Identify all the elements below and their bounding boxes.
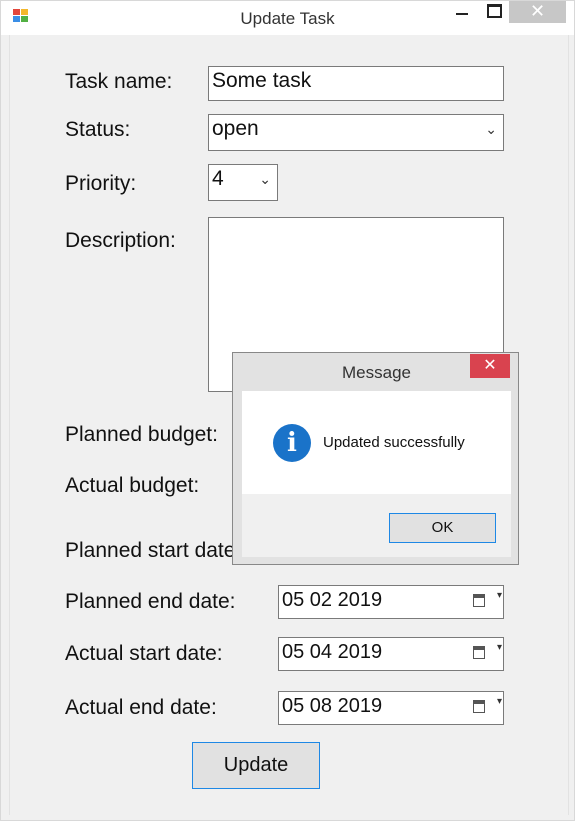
maximize-icon bbox=[487, 4, 502, 18]
close-icon: ✕ bbox=[529, 1, 546, 21]
info-icon: i bbox=[273, 424, 311, 462]
dialog-footer: OK bbox=[242, 494, 511, 557]
planned-end-date-picker[interactable]: 05 02 2019 ▾ bbox=[278, 585, 504, 619]
status-value: open bbox=[212, 117, 259, 140]
chevron-down-icon: ▾ bbox=[496, 642, 502, 653]
calendar-icon bbox=[473, 594, 485, 607]
dialog-close-button[interactable]: ✕ bbox=[470, 354, 510, 378]
actual-start-date-picker[interactable]: 05 04 2019 ▾ bbox=[278, 637, 504, 671]
dialog-body: i Updated successfully bbox=[242, 391, 511, 494]
actual-start-date-value: 05 04 2019 bbox=[282, 641, 383, 663]
priority-label: Priority: bbox=[65, 172, 137, 195]
actual-end-date-label: Actual end date: bbox=[65, 696, 217, 719]
message-dialog: Message ✕ i Updated successfully OK bbox=[232, 352, 519, 565]
actual-budget-label: Actual budget: bbox=[65, 474, 200, 497]
calendar-icon bbox=[473, 700, 485, 713]
chevron-down-icon: ▾ bbox=[496, 696, 502, 707]
chevron-down-icon: ⌄ bbox=[259, 171, 271, 187]
actual-start-date-label: Actual start date: bbox=[65, 642, 223, 665]
close-button[interactable]: ✕ bbox=[509, 1, 566, 23]
priority-select[interactable]: 4 ⌄ bbox=[208, 164, 278, 201]
minimize-icon bbox=[456, 13, 468, 15]
description-label: Description: bbox=[65, 229, 176, 252]
task-name-label: Task name: bbox=[65, 70, 173, 93]
priority-value: 4 bbox=[212, 167, 224, 190]
status-label: Status: bbox=[65, 118, 131, 141]
close-icon: ✕ bbox=[483, 357, 497, 374]
planned-end-date-label: Planned end date: bbox=[65, 590, 236, 613]
title-bar: Update Task ✕ bbox=[1, 1, 574, 35]
status-select[interactable]: open ⌄ bbox=[208, 114, 504, 151]
task-name-input[interactable]: Some task bbox=[208, 66, 504, 101]
actual-end-date-value: 05 08 2019 bbox=[282, 695, 383, 717]
ok-button[interactable]: OK bbox=[389, 513, 496, 543]
update-task-window: Update Task ✕ Task name: Some task Statu… bbox=[0, 0, 575, 821]
maximize-button[interactable] bbox=[480, 1, 506, 23]
chevron-down-icon: ▾ bbox=[496, 590, 502, 601]
planned-budget-label: Planned budget: bbox=[65, 423, 218, 446]
planned-start-date-label: Planned start date: bbox=[65, 539, 242, 562]
planned-end-date-value: 05 02 2019 bbox=[282, 589, 383, 611]
calendar-icon bbox=[473, 646, 485, 659]
chevron-down-icon: ⌄ bbox=[485, 121, 497, 137]
actual-end-date-picker[interactable]: 05 08 2019 ▾ bbox=[278, 691, 504, 725]
minimize-button[interactable] bbox=[444, 1, 480, 23]
update-button[interactable]: Update bbox=[192, 742, 320, 789]
dialog-message: Updated successfully bbox=[323, 434, 465, 451]
